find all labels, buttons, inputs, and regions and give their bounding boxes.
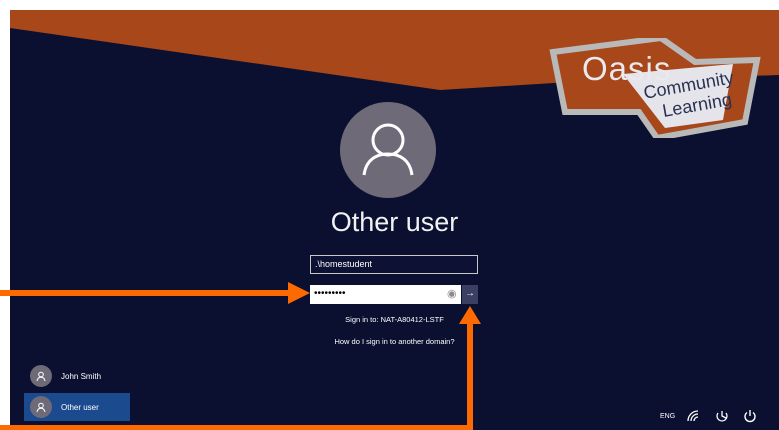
input-language-button[interactable]: ENG: [660, 411, 675, 423]
ease-of-access-icon[interactable]: [715, 409, 729, 425]
person-icon: [36, 371, 46, 382]
user-tile-label: John Smith: [61, 371, 102, 381]
other-domain-link[interactable]: How do I sign in to another domain?: [10, 337, 779, 346]
user-avatar-large: [340, 102, 436, 198]
password-field[interactable]: •••••••••: [310, 285, 461, 304]
person-icon: [36, 402, 46, 413]
user-avatar-small: [30, 365, 52, 387]
eye-icon[interactable]: ◉: [447, 287, 457, 302]
person-icon: [362, 123, 414, 176]
selected-user-name: Other user: [330, 207, 459, 237]
sign-in-domain-text: Sign in to: NAT-A80412-LSTF: [345, 315, 444, 324]
submit-button[interactable]: →: [462, 285, 478, 304]
arrow-right-icon: →: [465, 288, 475, 299]
user-avatar-small: [30, 396, 52, 418]
username-field[interactable]: .\homestudent: [310, 255, 478, 274]
user-tile-label: Other user: [61, 402, 99, 412]
lock-screen: Oasis Community Learning Other user .\ho…: [10, 10, 779, 430]
network-icon[interactable]: [686, 409, 700, 425]
user-tile-other-user[interactable]: Other user: [24, 393, 130, 421]
power-icon[interactable]: [743, 409, 757, 425]
user-tile-john-smith[interactable]: John Smith: [24, 362, 130, 390]
